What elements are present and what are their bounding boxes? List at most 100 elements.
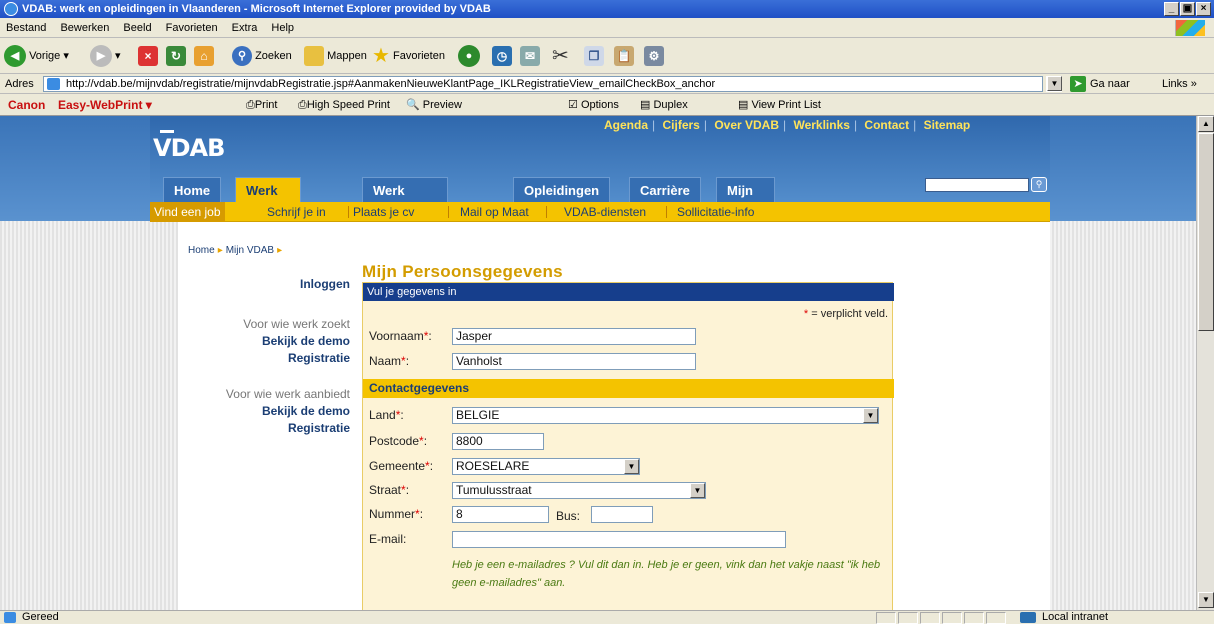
- toplink-werklinks[interactable]: Werklinks: [793, 118, 849, 132]
- links-button[interactable]: Links »: [1162, 74, 1197, 94]
- voornaam-input[interactable]: Jasper: [452, 328, 696, 345]
- canon-product[interactable]: Easy-WebPrint ▾: [58, 94, 152, 116]
- seeker-demo-link[interactable]: Bekijk de demo: [262, 334, 350, 348]
- form-header: Vul je gegevens in: [363, 283, 894, 301]
- status-panel: [986, 612, 1006, 624]
- status-bar: Gereed Local intranet: [0, 610, 1214, 624]
- subtab-vind-een-job[interactable]: Vind een job: [150, 202, 225, 222]
- subtab-sollicitatie-info[interactable]: Sollicitatie-info: [677, 205, 754, 219]
- page-viewport: Agenda | Cijfers | Over VDAB | Werklinks | C…: [0, 116, 1196, 610]
- canon-preview-button[interactable]: 🔍 Preview: [406, 94, 462, 116]
- toplink-cijfers[interactable]: Cijfers: [662, 118, 699, 132]
- go-button[interactable]: Ga naar: [1090, 74, 1130, 94]
- seeker-registration-link[interactable]: Registratie: [288, 351, 350, 365]
- maximize-button[interactable]: ▣: [1180, 2, 1195, 16]
- duplex-icon: ▤: [640, 99, 651, 111]
- favorites-button[interactable]: ★ Favorieten: [372, 42, 445, 70]
- search-icon: ⚲: [232, 46, 252, 67]
- refresh-button[interactable]: ↻: [166, 42, 186, 70]
- canon-duplex-button[interactable]: ▤ Duplex: [640, 94, 688, 116]
- naam-label-text: Naam: [369, 354, 402, 368]
- search-button-icon[interactable]: ⚲: [1031, 177, 1047, 192]
- menu-bewerken[interactable]: Bewerken: [60, 22, 109, 34]
- tab-carriere[interactable]: Carrière: [629, 177, 701, 202]
- list-icon: ▤: [738, 99, 749, 111]
- paste-button[interactable]: 📋: [614, 42, 634, 70]
- toplink-sitemap[interactable]: Sitemap: [924, 118, 971, 132]
- tab-home[interactable]: Home: [163, 177, 222, 202]
- address-dropdown[interactable]: ▼: [1046, 76, 1062, 92]
- breadcrumb-home[interactable]: Home: [188, 245, 215, 256]
- bus-input[interactable]: [591, 506, 653, 523]
- nummer-input[interactable]: 8: [452, 506, 549, 523]
- scroll-down-icon[interactable]: ▼: [1198, 592, 1214, 608]
- gemeente-select[interactable]: ROESELARE ▼: [452, 458, 640, 475]
- address-input[interactable]: http://vdab.be/mijnvdab/registratie/mijn…: [43, 76, 1043, 92]
- windows-logo-icon: [1175, 20, 1205, 36]
- email-input[interactable]: [452, 531, 786, 548]
- stop-button[interactable]: ×: [138, 42, 158, 70]
- tab-werk-aanbieden[interactable]: Werk aanbieden: [362, 177, 449, 223]
- status-panel: [876, 612, 896, 624]
- home-button[interactable]: ⌂: [194, 42, 214, 70]
- offer-heading: Voor wie werk aanbiedt: [225, 387, 350, 401]
- subtab-mail-op-maat[interactable]: Mail op Maat: [460, 205, 529, 219]
- land-value: BELGIE: [456, 408, 500, 422]
- naam-input[interactable]: Vanholst: [452, 353, 696, 370]
- subtab-schrijf-je-in[interactable]: Schrijf je in: [267, 205, 326, 219]
- offer-demo-link[interactable]: Bekijk de demo: [262, 404, 350, 418]
- offer-registration-link[interactable]: Registratie: [288, 421, 350, 435]
- page-status-icon: [4, 612, 16, 623]
- canon-options-button[interactable]: ☑ Options: [568, 94, 619, 116]
- address-label: Adres: [5, 78, 34, 90]
- site-search-input[interactable]: [925, 178, 1029, 192]
- canon-viewlist-button[interactable]: ▤ View Print List: [738, 94, 821, 116]
- toplink-agenda[interactable]: Agenda: [604, 118, 648, 132]
- tools-button[interactable]: ⚙: [644, 42, 664, 70]
- media-button[interactable]: ●: [458, 42, 480, 70]
- breadcrumb-mijn-vdab[interactable]: Mijn VDAB: [226, 245, 274, 256]
- menu-help[interactable]: Help: [271, 22, 294, 34]
- preview-icon: 🔍: [406, 99, 420, 111]
- history-icon: ◷: [492, 46, 512, 67]
- mail-button[interactable]: ✉: [520, 42, 540, 70]
- login-link[interactable]: Inloggen: [300, 277, 350, 291]
- folders-button[interactable]: Mappen: [304, 42, 367, 70]
- canon-hsprint-button[interactable]: ⎙High Speed Print: [298, 94, 390, 116]
- menu-beeld[interactable]: Beeld: [123, 22, 151, 34]
- copy-button[interactable]: ❐: [584, 42, 604, 70]
- scroll-up-icon[interactable]: ▲: [1198, 116, 1214, 132]
- content-area: Home ▸ Mijn VDAB ▸ Inloggen Voor wie werk z…: [178, 222, 1050, 610]
- menu-bar: Bestand Bewerken Beeld Favorieten Extra …: [0, 18, 1214, 38]
- postcode-input[interactable]: 8800: [452, 433, 544, 450]
- canon-print-button[interactable]: ⎙Print: [246, 94, 277, 116]
- subtab-vdab-diensten[interactable]: VDAB-diensten: [564, 205, 646, 219]
- nummer-label-text: Nummer: [369, 507, 416, 521]
- vdab-logo[interactable]: VDAB: [153, 130, 225, 162]
- subtab-plaats-je-cv[interactable]: Plaats je cv: [353, 205, 414, 219]
- toplink-over-vdab[interactable]: Over VDAB: [714, 118, 779, 132]
- window-titlebar: VDAB: werk en opleidingen in Vlaanderen …: [0, 0, 1214, 18]
- close-button[interactable]: ×: [1196, 2, 1211, 16]
- voornaam-label-text: Voornaam: [369, 329, 424, 343]
- back-button[interactable]: ◀ Vorige ▾: [4, 42, 69, 70]
- search-button[interactable]: ⚲ Zoeken: [232, 42, 292, 70]
- tab-werk-zoeken[interactable]: Werk zoeken: [235, 177, 302, 223]
- tab-opleidingen[interactable]: Opleidingen: [513, 177, 611, 202]
- vertical-scrollbar[interactable]: ▲ ▼: [1196, 116, 1214, 610]
- forward-button[interactable]: ▶ ▾: [90, 42, 121, 70]
- ie-icon: [4, 2, 18, 16]
- scrollbar-thumb[interactable]: [1198, 133, 1214, 331]
- tab-mijn-vdab[interactable]: Mijn VDAB: [716, 177, 775, 223]
- menu-favorieten[interactable]: Favorieten: [166, 22, 218, 34]
- history-button[interactable]: ◷: [492, 42, 512, 70]
- menu-extra[interactable]: Extra: [232, 22, 258, 34]
- cut-button[interactable]: ✂: [552, 42, 569, 70]
- straat-select[interactable]: Tumulusstraat ▼: [452, 482, 706, 499]
- land-label: Land*:: [369, 408, 404, 422]
- minimize-button[interactable]: _: [1164, 2, 1179, 16]
- go-arrow-icon[interactable]: ➤: [1070, 76, 1086, 92]
- menu-bestand[interactable]: Bestand: [6, 22, 46, 34]
- toplink-contact[interactable]: Contact: [864, 118, 909, 132]
- land-select[interactable]: BELGIE ▼: [452, 407, 879, 424]
